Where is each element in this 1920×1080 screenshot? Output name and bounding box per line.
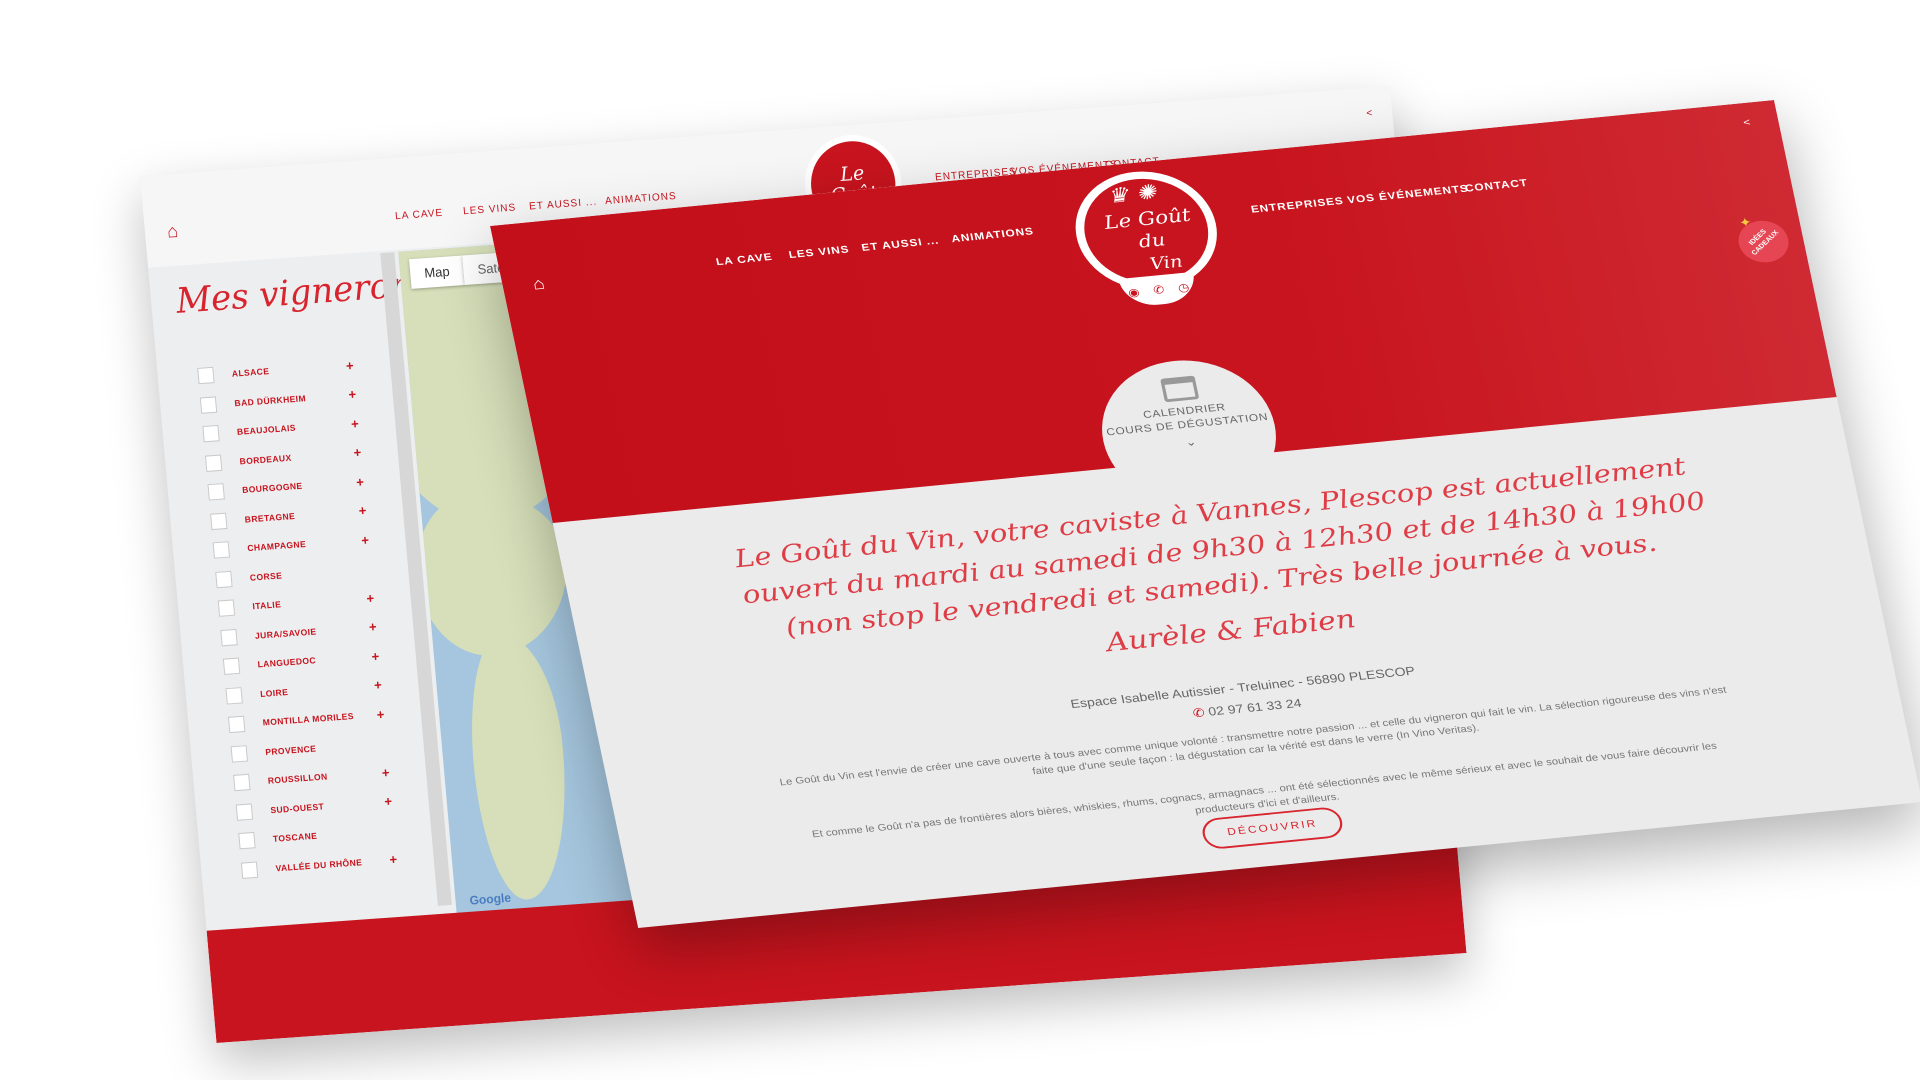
expand-plus-icon[interactable]: + bbox=[381, 764, 390, 780]
region-label: JURA/SAVOIE bbox=[254, 626, 317, 641]
region-checkbox[interactable] bbox=[222, 657, 241, 676]
nav-entreprises[interactable]: ENTREPRISES bbox=[1250, 196, 1345, 216]
region-checkbox[interactable] bbox=[202, 425, 220, 443]
homepage-screenshot: ⌂ LA CAVE LES VINS ET AUSSI ... ANIMATIO… bbox=[490, 100, 1920, 928]
share-icon[interactable]: < bbox=[1742, 117, 1751, 128]
region-label: ROUSSILLON bbox=[267, 771, 329, 786]
region-label: VALLÉE DU RHÔNE bbox=[275, 856, 363, 874]
region-label: BOURGOGNE bbox=[241, 480, 303, 496]
expand-plus-icon[interactable]: + bbox=[356, 474, 365, 490]
expand-plus-icon[interactable]: + bbox=[371, 648, 380, 664]
back-nav-et-aussi[interactable]: ET AUSSI ... bbox=[529, 196, 598, 212]
home-icon[interactable]: ⌂ bbox=[531, 274, 547, 294]
region-label: LOIRE bbox=[259, 686, 289, 699]
region-checkbox[interactable] bbox=[230, 744, 248, 763]
expand-plus-icon[interactable]: + bbox=[361, 532, 370, 548]
map-tab-map[interactable]: Map bbox=[409, 255, 465, 289]
phone-icon[interactable]: ✆ bbox=[1152, 283, 1165, 297]
home-icon[interactable]: ⌂ bbox=[166, 221, 179, 243]
expand-plus-icon[interactable]: + bbox=[353, 445, 362, 461]
expand-plus-icon[interactable]: + bbox=[389, 852, 398, 868]
region-label: BRETAGNE bbox=[244, 510, 296, 525]
crown-icon: ♛ ✺ bbox=[1105, 181, 1159, 209]
region-checkbox[interactable] bbox=[197, 367, 215, 385]
share-icon[interactable]: < bbox=[1366, 108, 1373, 120]
region-checkbox[interactable] bbox=[225, 686, 243, 705]
region-checkbox[interactable] bbox=[204, 454, 223, 472]
expand-plus-icon[interactable]: + bbox=[376, 706, 385, 722]
clock-icon[interactable]: ◷ bbox=[1177, 281, 1191, 295]
nav-la-cave[interactable]: LA CAVE bbox=[715, 252, 774, 268]
region-checkbox[interactable] bbox=[207, 483, 225, 501]
nav-contact[interactable]: CONTACT bbox=[1464, 178, 1529, 195]
region-label: CHAMPAGNE bbox=[246, 539, 307, 554]
expand-plus-icon[interactable]: + bbox=[348, 387, 357, 403]
expand-plus-icon[interactable]: + bbox=[384, 794, 393, 810]
region-label: BEAUJOLAIS bbox=[236, 422, 297, 438]
back-nav-la-cave[interactable]: LA CAVE bbox=[395, 208, 444, 223]
region-label: SUD-OUEST bbox=[269, 800, 325, 816]
region-checkbox[interactable] bbox=[240, 861, 259, 879]
region-checkbox[interactable] bbox=[235, 803, 254, 821]
region-label: TOSCANE bbox=[272, 830, 318, 845]
google-logo: Google bbox=[468, 890, 512, 908]
logo-text-du: du bbox=[1136, 229, 1168, 253]
tasting-calendar-link[interactable]: . CALENDRIER COURS DE DÉGUSTATION ⌄ bbox=[1088, 352, 1290, 514]
region-label: ITALIE bbox=[252, 599, 282, 612]
phone-number[interactable]: 02 97 61 33 24 bbox=[1207, 696, 1303, 719]
region-label: BAD DÜRKHEIM bbox=[234, 392, 307, 409]
region-label: CORSE bbox=[249, 569, 283, 583]
logo-text-le-gout: Le Goût bbox=[1101, 203, 1193, 234]
region-checkbox[interactable] bbox=[210, 512, 228, 530]
region-label: LANGUEDOC bbox=[257, 655, 317, 670]
region-checkbox[interactable] bbox=[238, 832, 256, 850]
region-label: PROVENCE bbox=[264, 743, 317, 757]
nav-animations[interactable]: ANIMATIONS bbox=[950, 226, 1035, 245]
nav-et-aussi[interactable]: ET AUSSI ... bbox=[861, 235, 940, 253]
calendar-icon: . bbox=[1160, 375, 1200, 403]
region-label: MONTILLA MORILES bbox=[262, 711, 355, 728]
expand-plus-icon[interactable]: + bbox=[345, 358, 354, 374]
region-checkbox[interactable] bbox=[233, 774, 251, 792]
back-nav-les-vins[interactable]: LES VINS bbox=[463, 202, 517, 217]
region-checkbox[interactable] bbox=[199, 396, 218, 414]
nav-vos-evenements[interactable]: VOS ÉVÉNEMENTS bbox=[1346, 183, 1469, 206]
logo-text-vin: Vin bbox=[1148, 251, 1185, 275]
region-checkbox[interactable] bbox=[215, 570, 233, 589]
region-label: ALSACE bbox=[231, 366, 270, 380]
expand-plus-icon[interactable]: + bbox=[368, 619, 377, 635]
expand-plus-icon[interactable]: + bbox=[366, 590, 375, 606]
map-land bbox=[462, 630, 576, 903]
back-nav-animations[interactable]: ANIMATIONS bbox=[605, 191, 677, 207]
location-icon[interactable]: ◉ bbox=[1127, 285, 1141, 299]
nav-les-vins[interactable]: LES VINS bbox=[788, 244, 851, 261]
expand-plus-icon[interactable]: + bbox=[350, 416, 359, 432]
region-label: BORDEAUX bbox=[239, 452, 292, 467]
region-checkbox[interactable] bbox=[217, 599, 236, 618]
region-checkbox[interactable] bbox=[212, 541, 231, 559]
expand-plus-icon[interactable]: + bbox=[358, 503, 367, 519]
region-checkbox[interactable] bbox=[220, 628, 238, 647]
expand-plus-icon[interactable]: + bbox=[373, 677, 382, 693]
region-checkbox[interactable] bbox=[227, 715, 246, 734]
